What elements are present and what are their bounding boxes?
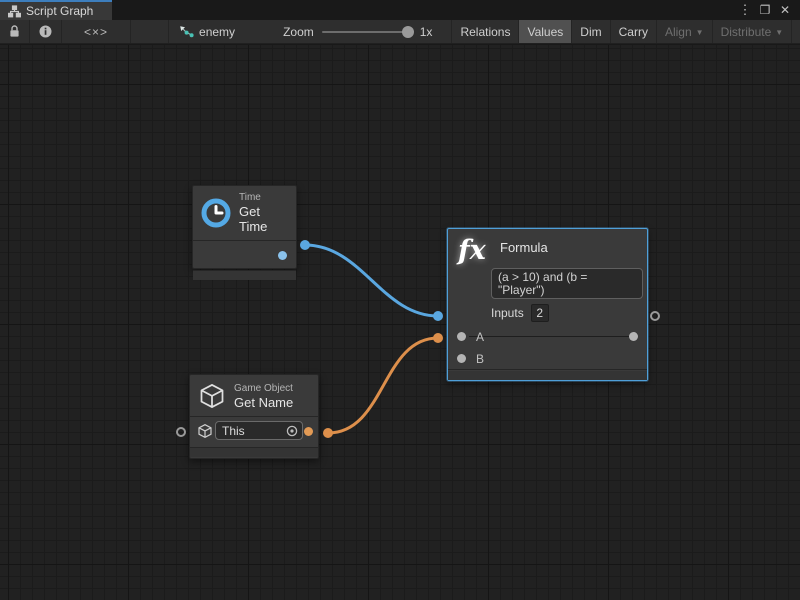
port-a-label: A	[476, 330, 484, 344]
values-button[interactable]: Values	[519, 20, 572, 43]
node-title: Get Time	[239, 204, 288, 234]
chevron-down-icon: ▼	[696, 28, 704, 37]
flow-graph-icon	[179, 25, 194, 38]
node-footer	[448, 371, 647, 380]
port-b-label: B	[476, 352, 484, 366]
node-formula[interactable]: fx Formula (a > 10) and (b = "Player") I…	[447, 228, 648, 381]
breadcrumb-label: enemy	[199, 25, 235, 39]
tab-script-graph[interactable]: Script Graph	[0, 0, 112, 20]
inputs-label: Inputs	[491, 306, 524, 320]
carry-label: Carry	[619, 25, 648, 39]
clock-icon	[201, 198, 231, 228]
window-menu-button[interactable]: ⋮	[736, 1, 754, 19]
node-get-time[interactable]: Time Get Time	[192, 185, 297, 269]
zoom-value: 1x	[420, 25, 433, 39]
graph-canvas[interactable]: Time Get Time fx Formula (a > 10) and (b…	[0, 45, 800, 600]
relations-label: Relations	[460, 25, 510, 39]
distribute-button[interactable]: Distribute ▼	[713, 20, 793, 43]
node-get-name[interactable]: Game Object Get Name This	[189, 374, 319, 459]
align-button[interactable]: Align ▼	[657, 20, 713, 43]
zoom-slider[interactable]	[322, 31, 412, 33]
relations-button[interactable]: Relations	[452, 20, 519, 43]
target-object-value: This	[222, 424, 286, 438]
info-button[interactable]	[30, 20, 62, 43]
toolbar-spacer	[442, 20, 452, 43]
zoom-label: Zoom	[283, 25, 314, 39]
formula-output-port[interactable]	[629, 332, 638, 341]
formula-result-external-port[interactable]	[650, 311, 660, 321]
dim-label: Dim	[580, 25, 601, 39]
object-picker-icon[interactable]	[286, 425, 298, 437]
info-icon	[39, 25, 52, 38]
node-footer	[193, 271, 296, 280]
values-label: Values	[527, 25, 563, 39]
get-time-output-port[interactable]	[278, 251, 287, 260]
window-close-button[interactable]: ✕	[776, 1, 794, 19]
target-row: This	[190, 417, 318, 447]
graph-toolbar: <×> enemy Zoom 1x Relations Values Dim C…	[0, 20, 800, 44]
node-title: Formula	[500, 240, 548, 255]
node-category: Time	[239, 192, 288, 204]
chevron-down-icon: ▼	[775, 28, 783, 37]
node-category: Game Object	[234, 383, 293, 395]
window-controls: ⋮ ❐ ✕	[736, 0, 800, 20]
breadcrumb-graph-enemy[interactable]: enemy	[169, 20, 245, 43]
relation-line	[469, 336, 629, 337]
formula-expression-input[interactable]: (a > 10) and (b = "Player")	[491, 268, 643, 299]
target-object-field[interactable]: This	[215, 421, 303, 440]
window-maximize-button[interactable]: ❐	[756, 1, 774, 19]
zoom-control: Zoom 1x	[273, 20, 442, 43]
port-row-b: B	[448, 348, 647, 370]
lock-icon	[9, 25, 20, 38]
get-name-target-external-port[interactable]	[176, 427, 186, 437]
window-tab-bar: Script Graph ⋮ ❐ ✕	[0, 0, 800, 20]
dim-button[interactable]: Dim	[572, 20, 610, 43]
fx-icon: fx	[458, 236, 492, 266]
formula-input-b-port[interactable]	[457, 354, 466, 363]
node-title: Get Name	[234, 395, 293, 410]
toolbar-spacer	[131, 20, 169, 43]
game-object-small-cube-icon	[197, 423, 213, 439]
get-name-output-port[interactable]	[304, 427, 313, 436]
lock-button[interactable]	[0, 20, 30, 43]
zoom-slider-handle[interactable]	[402, 26, 414, 38]
code-view-toggle-button[interactable]: <×>	[62, 20, 131, 43]
distribute-label: Distribute	[721, 25, 772, 39]
port-row-a: A	[448, 326, 647, 348]
node-footer	[190, 448, 318, 457]
tab-title: Script Graph	[26, 4, 93, 18]
graph-hierarchy-icon	[8, 5, 21, 18]
toolbar-spacer	[792, 20, 800, 43]
game-object-cube-icon	[198, 382, 226, 410]
carry-button[interactable]: Carry	[611, 20, 657, 43]
inputs-count-field[interactable]: 2	[531, 304, 549, 322]
node-divider	[448, 369, 647, 370]
formula-input-a-port[interactable]	[457, 332, 466, 341]
code-view-icon: <×>	[84, 25, 108, 39]
align-label: Align	[665, 25, 692, 39]
